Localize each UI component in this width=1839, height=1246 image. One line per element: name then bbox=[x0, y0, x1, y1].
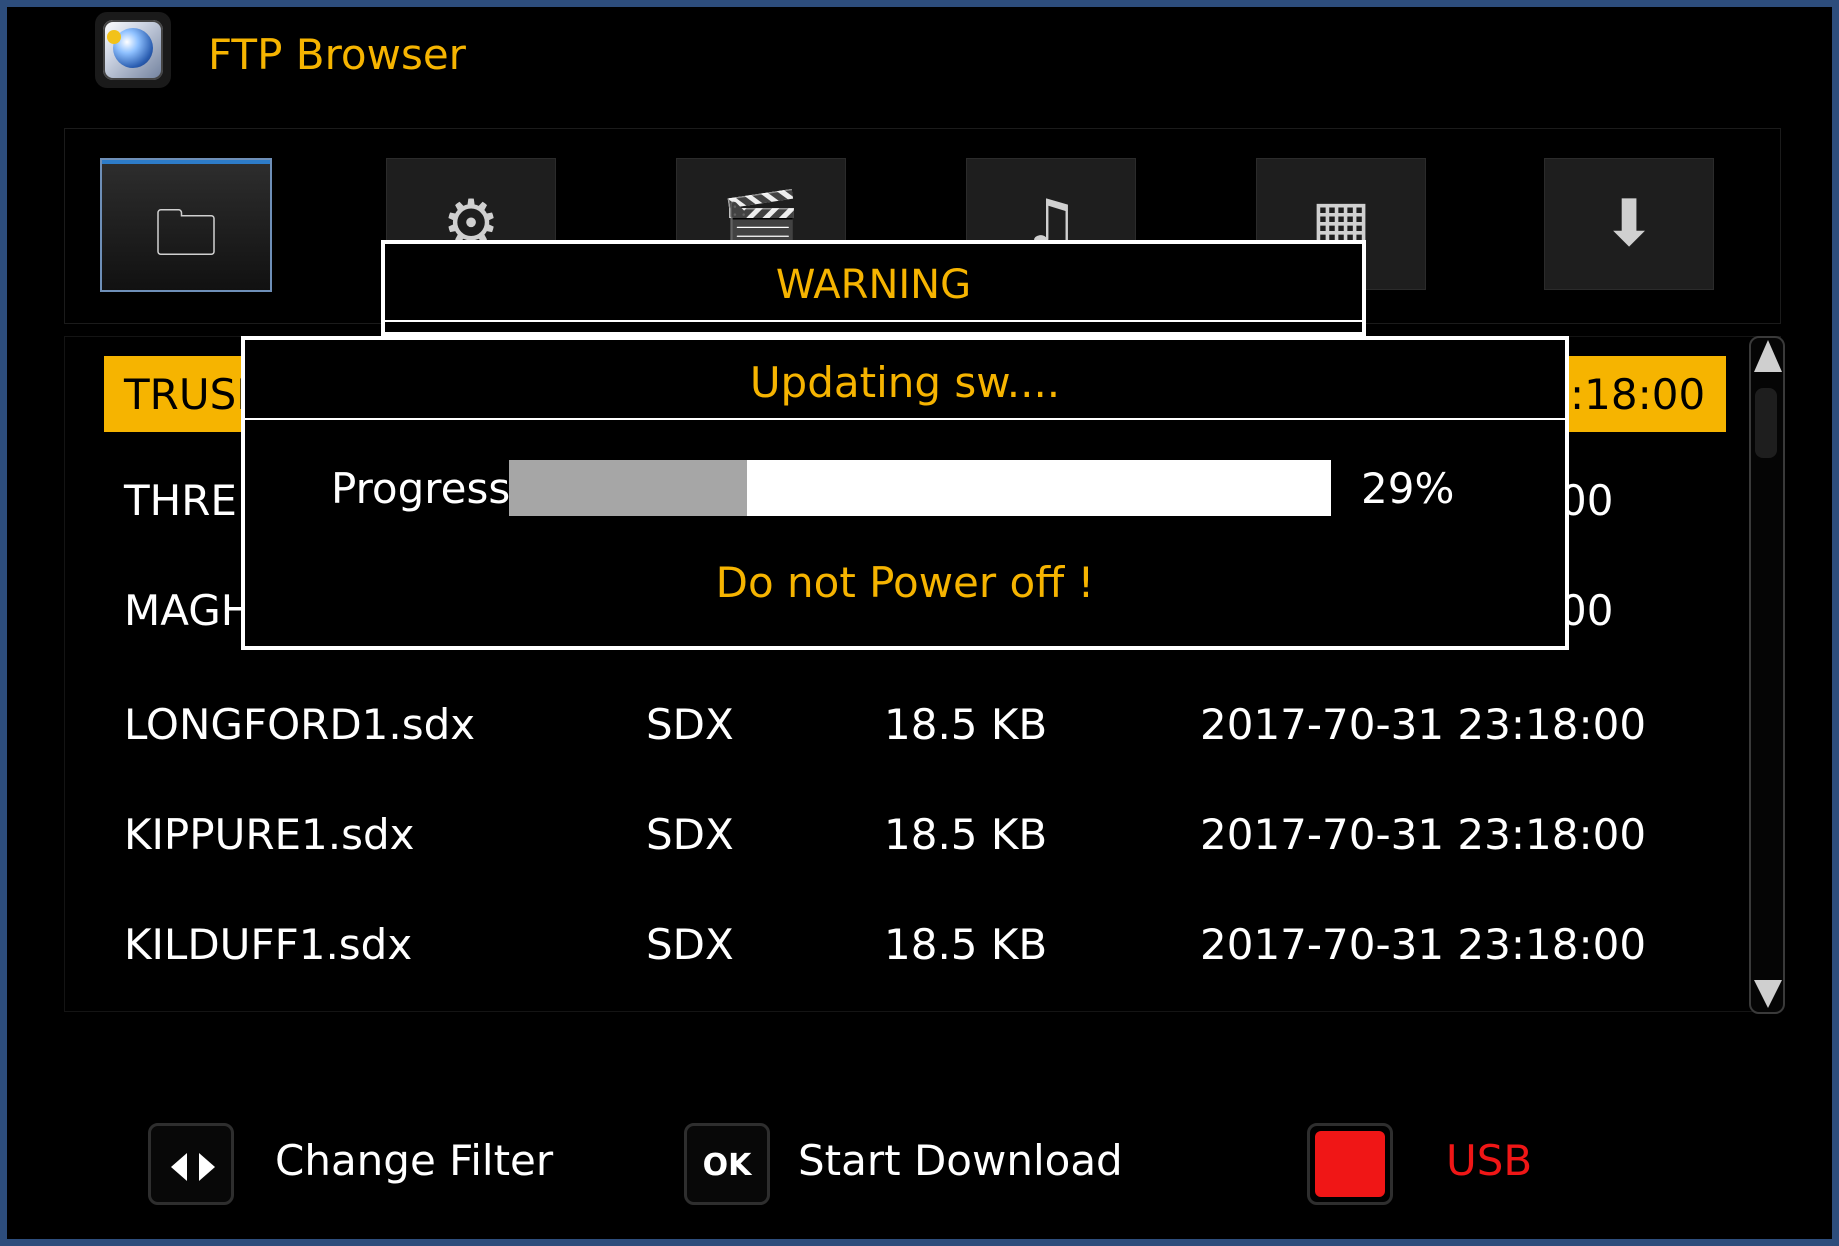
file-date: 2017-70-31 23:18:00 bbox=[1200, 810, 1647, 859]
divider bbox=[245, 418, 1565, 420]
folder-icon: 🗀 bbox=[154, 197, 218, 271]
file-size: 18.5 KB bbox=[884, 920, 1048, 969]
change-filter-label: Change Filter bbox=[275, 1136, 554, 1185]
progress-percent: 29% bbox=[1361, 464, 1455, 513]
red-button-icon bbox=[1315, 1131, 1385, 1197]
file-size: 18.5 KB bbox=[884, 700, 1048, 749]
right-arrow-icon bbox=[199, 1153, 215, 1181]
file-date: 2017-70-31 23:18:00 bbox=[1200, 920, 1647, 969]
progress-label: Progress bbox=[331, 464, 511, 513]
ftp-globe-icon bbox=[95, 12, 171, 88]
category-folder[interactable]: 🗀 bbox=[100, 158, 272, 292]
left-arrow-icon bbox=[171, 1153, 187, 1181]
left-right-key[interactable] bbox=[148, 1123, 234, 1205]
ok-key[interactable]: OK bbox=[684, 1123, 770, 1205]
divider bbox=[385, 320, 1362, 322]
file-type: SDX bbox=[646, 920, 734, 969]
category-download[interactable]: ⬇ bbox=[1544, 158, 1714, 290]
start-download-label: Start Download bbox=[798, 1136, 1123, 1185]
warning-dialog: WARNING bbox=[381, 240, 1366, 336]
file-row[interactable]: LONGFORD1.sdx SDX 18.5 KB 2017-70-31 23:… bbox=[104, 686, 1726, 762]
file-name: MAGH bbox=[124, 586, 253, 635]
file-size: 18.5 KB bbox=[884, 810, 1048, 859]
app-title: FTP Browser bbox=[208, 30, 466, 79]
progress-fill bbox=[509, 460, 748, 516]
file-name: LONGFORD1.sdx bbox=[124, 700, 476, 749]
file-type: SDX bbox=[646, 810, 734, 859]
scrollbar[interactable] bbox=[1749, 336, 1785, 1014]
update-dialog: Updating sw.... Progress 29% Do not Powe… bbox=[241, 336, 1569, 650]
red-key[interactable] bbox=[1307, 1123, 1393, 1205]
file-date: 2017-70-31 23:18:00 bbox=[1200, 700, 1647, 749]
file-name: KIPPURE1.sdx bbox=[124, 810, 415, 859]
file-row[interactable]: KILDUFF1.sdx SDX 18.5 KB 2017-70-31 23:1… bbox=[104, 906, 1726, 982]
scroll-up-arrow-icon[interactable] bbox=[1754, 340, 1782, 372]
file-name: KILDUFF1.sdx bbox=[124, 920, 413, 969]
ok-key-label: OK bbox=[702, 1148, 752, 1183]
scrollbar-thumb[interactable] bbox=[1755, 388, 1777, 458]
warning-title: WARNING bbox=[775, 262, 972, 308]
usb-label: USB bbox=[1446, 1136, 1533, 1185]
download-icon: ⬇ bbox=[1602, 187, 1656, 261]
update-title: Updating sw.... bbox=[749, 358, 1061, 407]
file-type: SDX bbox=[646, 700, 734, 749]
file-row[interactable]: KIPPURE1.sdx SDX 18.5 KB 2017-70-31 23:1… bbox=[104, 796, 1726, 872]
file-date: :18:00 bbox=[1570, 370, 1706, 419]
power-warning: Do not Power off ! bbox=[715, 558, 1095, 607]
scroll-down-arrow-icon[interactable] bbox=[1754, 980, 1782, 1008]
progress-bar bbox=[509, 460, 1331, 516]
